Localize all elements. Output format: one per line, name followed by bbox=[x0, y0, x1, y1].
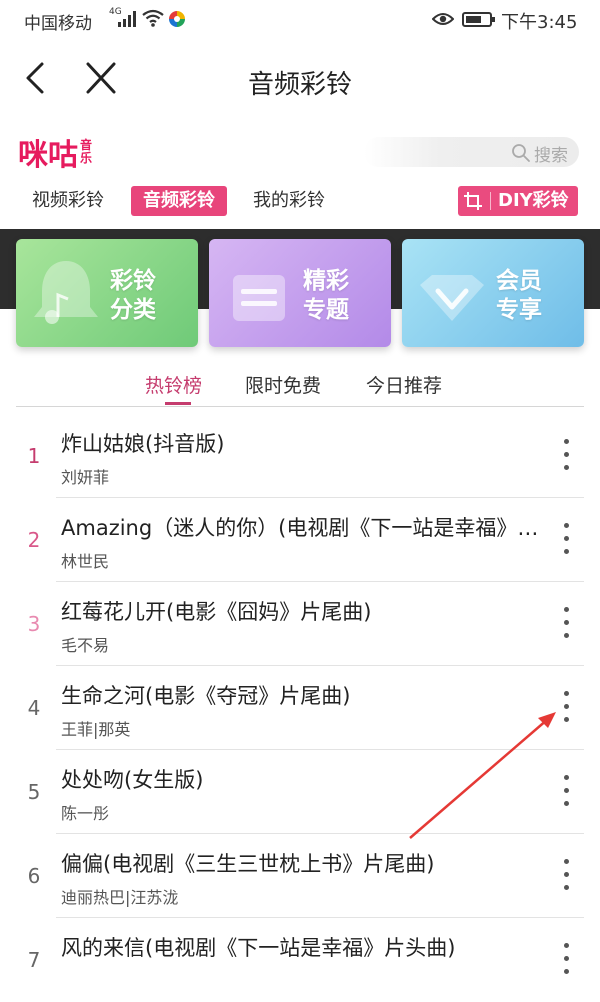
song-title: 处处吻(女生版) bbox=[61, 768, 204, 792]
rank-number: 5 bbox=[27, 780, 41, 804]
song-artist: 林世民 bbox=[61, 552, 110, 571]
card-label-line1: 彩铃 bbox=[110, 268, 156, 294]
card-ringtone-categories[interactable]: 彩铃 分类 bbox=[16, 239, 198, 347]
diy-ringtone-button[interactable]: DIY彩铃 bbox=[458, 186, 578, 216]
tab-limited-free[interactable]: 限时免费 bbox=[245, 371, 321, 398]
list-item[interactable]: 6 偏偏(电视剧《三生三世枕上书》片尾曲) 迪丽热巴|汪苏泷 bbox=[0, 834, 600, 918]
more-vertical-icon[interactable] bbox=[552, 604, 582, 644]
logo-subtext: 音 乐 bbox=[80, 139, 92, 165]
brand-row: 咪咕 音 乐 搜索 bbox=[0, 125, 600, 180]
tab-video-ringtone[interactable]: 视频彩铃 bbox=[32, 186, 104, 216]
song-artist: 陈一彤 bbox=[61, 804, 110, 823]
list-item[interactable]: 3 红莓花儿开(电影《囧妈》片尾曲) 毛不易 bbox=[0, 582, 600, 666]
song-artist: 王菲|那英 bbox=[61, 720, 131, 739]
song-artist: 刘妍菲 bbox=[61, 468, 110, 487]
page-title: 音频彩铃 bbox=[247, 70, 352, 100]
battery-icon bbox=[462, 12, 495, 27]
card-member-exclusive[interactable]: 会员 专享 bbox=[402, 239, 584, 347]
song-artist: 毛不易 bbox=[61, 636, 110, 655]
card-label-line1: 精彩 bbox=[303, 268, 349, 294]
card-label-line2: 专享 bbox=[496, 297, 542, 323]
card-label-line2: 分类 bbox=[110, 297, 156, 323]
tab-today-recommend[interactable]: 今日推荐 bbox=[366, 371, 442, 398]
eye-comfort-icon bbox=[432, 13, 454, 25]
rank-number: 2 bbox=[27, 528, 41, 552]
song-title: 炸山姑娘(抖音版) bbox=[61, 432, 225, 456]
wifi-icon bbox=[142, 9, 164, 27]
search-icon bbox=[512, 144, 530, 162]
active-tab-indicator bbox=[165, 402, 191, 405]
card-label: 会员 专享 bbox=[496, 267, 566, 325]
rank-number: 6 bbox=[27, 864, 41, 888]
migu-music-logo[interactable]: 咪咕 音 乐 bbox=[18, 135, 92, 173]
tab-audio-ringtone[interactable]: 音频彩铃 bbox=[131, 186, 227, 216]
diy-separator bbox=[490, 192, 491, 210]
chevron-badge-icon bbox=[420, 275, 484, 321]
feature-banner: 彩铃 分类 精彩 专题 会员 专享 bbox=[0, 229, 600, 359]
more-vertical-icon[interactable] bbox=[552, 856, 582, 896]
song-title: 风的来信(电视剧《下一站是幸福》片头曲) bbox=[61, 936, 456, 960]
logo-subtext-2: 乐 bbox=[80, 151, 93, 165]
song-title: 偏偏(电视剧《三生三世枕上书》片尾曲) bbox=[61, 852, 435, 876]
song-artist: 迪丽热巴|汪苏泷 bbox=[61, 888, 179, 907]
card-label-line1: 会员 bbox=[496, 268, 542, 294]
rank-number: 1 bbox=[27, 444, 41, 468]
song-title: Amazing（迷人的你）(电视剧《下一站是幸福》插曲) bbox=[61, 516, 541, 540]
ringtone-type-tabs: 视频彩铃 音频彩铃 我的彩铃 DIY彩铃 bbox=[0, 182, 600, 222]
top-navigation-bar: 音频彩铃 bbox=[0, 40, 600, 120]
rank-number: 7 bbox=[27, 948, 41, 972]
list-item[interactable]: 7 风的来信(电视剧《下一站是幸福》片头曲) bbox=[0, 918, 600, 1002]
list-item[interactable]: 1 炸山姑娘(抖音版) 刘妍菲 bbox=[0, 414, 600, 498]
list-item[interactable]: 5 处处吻(女生版) 陈一彤 bbox=[0, 750, 600, 834]
card-label-line2: 专题 bbox=[303, 297, 349, 323]
logo-text: 咪咕 bbox=[18, 138, 78, 173]
tab-hot-chart[interactable]: 热铃榜 bbox=[145, 371, 202, 398]
search-bar[interactable]: 搜索 bbox=[364, 137, 579, 167]
more-vertical-icon[interactable] bbox=[552, 436, 582, 476]
card-label: 精彩 专题 bbox=[303, 267, 373, 325]
rank-number: 4 bbox=[27, 696, 41, 720]
app-notification-icon bbox=[169, 11, 185, 27]
list-card-icon bbox=[233, 275, 285, 321]
diy-label: DIY彩铃 bbox=[498, 190, 569, 211]
song-title: 生命之河(电影《夺冠》片尾曲) bbox=[61, 684, 351, 708]
more-vertical-icon[interactable] bbox=[552, 520, 582, 560]
tabs-divider bbox=[16, 406, 584, 407]
crop-icon bbox=[464, 192, 482, 210]
more-vertical-icon[interactable] bbox=[552, 772, 582, 812]
song-title: 红莓花儿开(电影《囧妈》片尾曲) bbox=[61, 600, 372, 624]
more-vertical-icon[interactable] bbox=[552, 688, 582, 728]
card-label: 彩铃 分类 bbox=[110, 267, 180, 325]
status-bar: 中国移动 4G 下午3:45 bbox=[0, 0, 600, 40]
rank-number: 3 bbox=[27, 612, 41, 636]
clock-label: 下午3:45 bbox=[501, 12, 578, 33]
carrier-label: 中国移动 bbox=[24, 14, 92, 34]
list-item[interactable]: 2 Amazing（迷人的你）(电视剧《下一站是幸福》插曲) 林世民 bbox=[0, 498, 600, 582]
more-vertical-icon[interactable] bbox=[552, 940, 582, 980]
bell-icon bbox=[34, 261, 98, 324]
chart-tabs: 热铃榜 限时免费 今日推荐 bbox=[0, 365, 600, 407]
card-featured-topics[interactable]: 精彩 专题 bbox=[209, 239, 391, 347]
signal-icon bbox=[118, 11, 138, 27]
search-placeholder: 搜索 bbox=[534, 146, 568, 166]
list-item[interactable]: 4 生命之河(电影《夺冠》片尾曲) 王菲|那英 bbox=[0, 666, 600, 750]
tab-my-ringtone[interactable]: 我的彩铃 bbox=[253, 186, 325, 216]
